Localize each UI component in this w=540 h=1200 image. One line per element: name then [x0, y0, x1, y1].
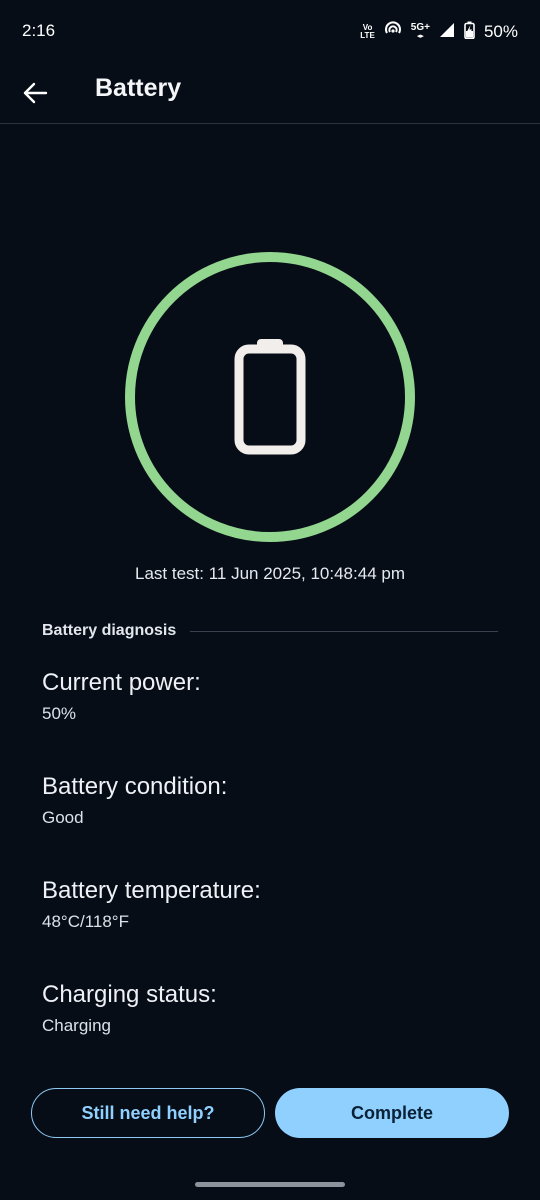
diag-label: Battery condition:: [42, 773, 228, 800]
hotspot-icon: [384, 20, 402, 44]
diag-label: Battery temperature:: [42, 877, 261, 904]
arrow-left-icon: [23, 82, 48, 104]
battery-outline-icon: [234, 339, 306, 455]
section-title: Battery diagnosis: [42, 622, 177, 639]
status-time: 2:16: [22, 21, 56, 40]
charging-status-item: Charging status: Charging: [42, 980, 502, 1036]
battery-charging-icon: [464, 21, 475, 44]
status-icons: Vo LTE 5G+ ◂▸ 50%: [360, 20, 518, 44]
signal-icon: [439, 22, 455, 43]
battery-diagnosis-header: Battery diagnosis: [42, 621, 498, 641]
volte-icon: Vo LTE: [360, 23, 375, 40]
last-test-timestamp: Last test: 11 Jun 2025, 10:48:44 pm: [135, 564, 405, 583]
network-5g-icon: 5G+ ◂▸: [410, 22, 430, 41]
still-need-help-button[interactable]: Still need help?: [31, 1088, 265, 1138]
complete-button[interactable]: Complete: [275, 1088, 509, 1138]
back-button[interactable]: [14, 72, 56, 114]
status-ring-circle: [125, 252, 415, 542]
page-title: Battery: [95, 74, 182, 102]
battery-temperature-item: Battery temperature: 48°C/118°F: [42, 876, 502, 932]
status-bar: 2:16 Vo LTE 5G+ ◂▸ 50%: [0, 0, 540, 64]
battery-condition-item: Battery condition: Good: [42, 772, 502, 828]
battery-status-ring: [124, 251, 416, 543]
diag-value: 50%: [42, 704, 77, 723]
diag-value: Charging: [42, 1016, 111, 1035]
diag-label: Current power:: [42, 669, 201, 696]
diag-value: Good: [42, 808, 84, 827]
section-divider: [190, 630, 498, 632]
home-indicator[interactable]: [195, 1182, 345, 1187]
app-bar: Battery: [0, 64, 540, 124]
diag-value: 48°C/118°F: [42, 912, 129, 931]
current-power-item: Current power: 50%: [42, 668, 502, 724]
screen: 2:16 Vo LTE 5G+ ◂▸ 50% Battery Last test…: [0, 0, 540, 1200]
diag-label: Charging status:: [42, 981, 217, 1008]
status-battery-percent: 50%: [483, 22, 518, 41]
